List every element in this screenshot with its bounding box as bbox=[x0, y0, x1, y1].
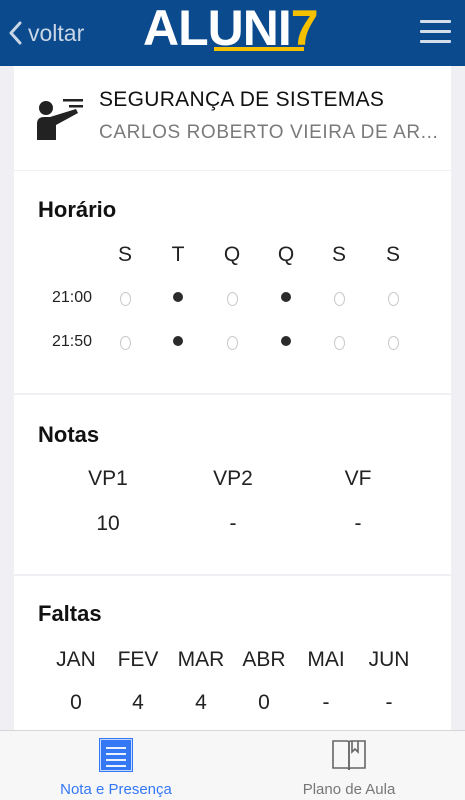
back-button[interactable]: voltar bbox=[8, 18, 84, 48]
chevron-left-icon bbox=[9, 21, 22, 45]
tab-label: Nota e Presença bbox=[60, 781, 172, 798]
month-header: JUN bbox=[368, 648, 410, 671]
app-header: voltar ALUNI 7 bbox=[0, 0, 465, 66]
grade-value: - bbox=[354, 512, 362, 535]
course-title: SEGURANÇA DE SISTEMAS bbox=[99, 88, 385, 111]
class-slot-filled bbox=[281, 336, 291, 346]
tab-nota-presenca[interactable]: Nota e Presença bbox=[0, 731, 232, 800]
grade-header: VF bbox=[344, 467, 372, 490]
time-label: 21:00 bbox=[52, 289, 93, 306]
tab-plano-aula[interactable]: Plano de Aula bbox=[233, 731, 465, 800]
class-slot-empty bbox=[119, 292, 131, 306]
class-slot-empty bbox=[333, 336, 345, 350]
class-slot-empty bbox=[226, 336, 238, 350]
back-label: voltar bbox=[28, 19, 85, 46]
teacher-icon bbox=[37, 99, 83, 140]
teacher-name: CARLOS ROBERTO VIEIRA DE AR... bbox=[99, 122, 439, 143]
class-slot-empty bbox=[387, 292, 399, 306]
grade-value: - bbox=[229, 512, 237, 535]
logo-underline bbox=[214, 47, 304, 51]
absences-title: Faltas bbox=[38, 601, 102, 626]
absences-card: Faltas JAN FEV MAR ABR MAI JUN 0 4 4 0 -… bbox=[14, 576, 451, 736]
course-card: SEGURANÇA DE SISTEMAS CARLOS ROBERTO VIE… bbox=[14, 66, 451, 170]
day-header: T bbox=[171, 243, 185, 266]
class-slot-empty bbox=[333, 292, 345, 306]
class-slot-empty bbox=[119, 336, 131, 350]
app-logo: ALUNI 7 bbox=[143, 0, 319, 66]
schedule-card: Horário S T Q Q S S 21:00 21:50 bbox=[14, 171, 451, 393]
day-header: Q bbox=[223, 243, 241, 266]
hamburger-menu-icon[interactable] bbox=[420, 20, 451, 46]
absence-value: - bbox=[385, 691, 393, 714]
class-slot-empty bbox=[226, 292, 238, 306]
grades-card: Notas VP1 VP2 VF 10 - - bbox=[14, 395, 451, 574]
class-slot-filled bbox=[173, 292, 183, 302]
grade-header: VP1 bbox=[88, 467, 128, 490]
grades-title: Notas bbox=[38, 422, 100, 447]
class-slot-filled bbox=[281, 292, 291, 302]
grade-header: VP2 bbox=[213, 467, 253, 490]
day-header: S bbox=[331, 243, 346, 266]
class-slot-empty bbox=[387, 336, 399, 350]
tab-bar: Nota e Presença Plano de Aula bbox=[0, 730, 465, 800]
class-slot-filled bbox=[173, 336, 183, 346]
day-header: S bbox=[385, 243, 400, 266]
time-label: 21:50 bbox=[52, 333, 93, 350]
tab-label: Plano de Aula bbox=[302, 781, 396, 798]
grade-value: 10 bbox=[96, 512, 120, 535]
book-icon bbox=[332, 740, 366, 771]
day-header: Q bbox=[277, 243, 295, 266]
list-icon bbox=[99, 738, 133, 772]
schedule-title: Horário bbox=[38, 197, 117, 222]
day-header: S bbox=[117, 243, 132, 266]
